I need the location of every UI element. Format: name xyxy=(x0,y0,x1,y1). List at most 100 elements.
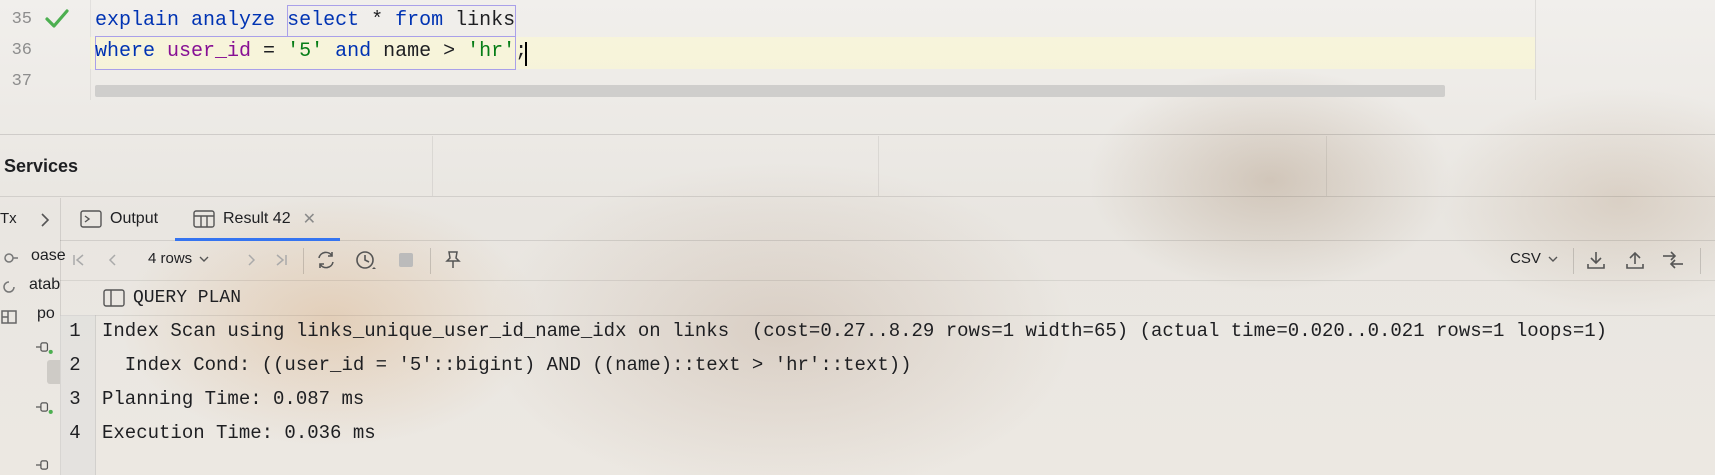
code-token: select xyxy=(287,9,360,32)
export-format-label: CSV xyxy=(1510,250,1541,267)
reload-icon xyxy=(318,251,334,269)
horizontal-scrollbar[interactable] xyxy=(95,85,1445,97)
line-number: 35 xyxy=(11,10,32,29)
table-cell[interactable]: Execution Time: 0.036 ms xyxy=(102,422,376,444)
chevron-down-icon xyxy=(199,256,209,262)
toolbar-separator xyxy=(430,248,431,274)
stop-button[interactable] xyxy=(393,248,419,272)
close-icon[interactable]: ✕ xyxy=(303,209,316,229)
table-row[interactable]: 4 Execution Time: 0.036 ms xyxy=(60,417,1715,451)
compare-button[interactable] xyxy=(1660,248,1686,272)
last-page-icon xyxy=(276,254,287,266)
layout-icon[interactable] xyxy=(0,308,18,326)
services-title: Services xyxy=(4,156,79,176)
text-caret xyxy=(525,42,527,66)
table-cell[interactable]: Index Cond: ((user_id = '5'::bigint) AND… xyxy=(102,354,912,376)
code-token: '5' xyxy=(287,40,324,63)
header-divider xyxy=(878,136,879,196)
reload-button[interactable] xyxy=(313,248,339,272)
services-tree: Tx oase atab po xyxy=(0,198,66,475)
code-line-35[interactable]: explain analyze select * from links xyxy=(95,9,515,32)
first-page-icon xyxy=(73,254,84,266)
results-toolbar: 4 rows CSV xyxy=(60,240,1715,281)
grid-header: QUERY PLAN xyxy=(60,281,1715,316)
row-number: 1 xyxy=(69,320,81,342)
upload-icon xyxy=(1626,251,1644,269)
download-icon xyxy=(1587,252,1605,269)
first-page-button[interactable] xyxy=(66,248,92,272)
right-margin-guide xyxy=(1535,0,1536,100)
results-grid[interactable]: QUERY PLAN 1 Index Scan using links_uniqu… xyxy=(60,281,1715,475)
upload-button[interactable] xyxy=(1622,248,1648,272)
code-token: user_id xyxy=(167,40,252,63)
code-token: name > xyxy=(371,40,468,63)
compare-arrows-icon xyxy=(1663,251,1683,269)
code-token: links xyxy=(443,9,516,32)
results-tabs: Output Result 42 ✕ xyxy=(60,198,1715,241)
tree-item-datab[interactable]: atab xyxy=(29,276,60,294)
previous-page-button[interactable] xyxy=(100,248,126,272)
export-format-dropdown[interactable]: CSV xyxy=(1510,250,1559,267)
tab-result[interactable]: Result 42 ✕ xyxy=(193,198,316,240)
last-page-button[interactable] xyxy=(268,248,294,272)
code-token: and xyxy=(335,40,372,63)
table-cell[interactable]: Index Scan using links_unique_user_id_na… xyxy=(102,320,1607,342)
code-line-36[interactable]: where user_id = '5' and name > 'hr'; xyxy=(95,40,527,63)
transaction-mode-icon[interactable]: Tx xyxy=(0,210,17,227)
connection-node-icon xyxy=(4,253,18,263)
chevron-down-icon xyxy=(1548,256,1558,262)
code-token: 'hr' xyxy=(467,40,516,63)
toolbar-separator xyxy=(1573,248,1574,274)
history-button[interactable] xyxy=(353,248,379,272)
line-number: 37 xyxy=(11,72,32,91)
page-size-dropdown[interactable]: 4 rows xyxy=(148,250,210,267)
table-cell[interactable]: Planning Time: 0.087 ms xyxy=(102,388,364,410)
table-row[interactable]: 1 Index Scan using links_unique_user_id_n… xyxy=(60,315,1715,349)
tab-output-label: Output xyxy=(110,210,159,227)
tree-item-po[interactable]: po xyxy=(37,305,55,323)
stop-icon xyxy=(399,253,413,267)
services-header-border xyxy=(0,196,1715,197)
clock-icon xyxy=(356,251,376,269)
chevron-right-icon[interactable] xyxy=(36,211,54,229)
code-token: * xyxy=(359,9,396,32)
row-number: 2 xyxy=(69,354,81,376)
row-number: 4 xyxy=(69,422,81,444)
next-page-button[interactable] xyxy=(238,248,264,272)
code-token: from xyxy=(395,9,444,32)
line-number: 36 xyxy=(11,41,32,60)
checkmark-icon xyxy=(45,9,69,28)
panel-splitter[interactable] xyxy=(0,134,1715,135)
code-token: = xyxy=(251,40,288,63)
rows-count: 4 rows xyxy=(148,250,193,267)
header-divider xyxy=(432,136,433,196)
console-icon xyxy=(80,210,102,228)
refresh-node-icon xyxy=(3,281,15,293)
tab-result-label: Result 42 xyxy=(223,210,291,227)
tab-output[interactable]: Output xyxy=(80,198,158,240)
pin-icon xyxy=(445,251,461,268)
code-token: where xyxy=(95,40,156,63)
column-icon xyxy=(103,289,125,307)
editor-gutter: 35 36 37 xyxy=(0,0,91,100)
column-header-query-plan[interactable]: QUERY PLAN xyxy=(133,288,241,308)
table-row[interactable]: 2 Index Cond: ((user_id = '5'::bigint) A… xyxy=(60,349,1715,383)
toolbar-separator xyxy=(303,248,304,274)
chevron-right-icon xyxy=(248,254,256,266)
table-row[interactable]: 3 Planning Time: 0.087 ms xyxy=(60,383,1715,417)
sql-editor[interactable]: 35 36 37 explain analyze select * from l… xyxy=(0,0,1715,100)
code-token: analyze xyxy=(191,9,276,32)
download-button[interactable] xyxy=(1583,248,1609,272)
table-icon xyxy=(193,210,215,228)
toolbar-separator xyxy=(1700,248,1701,274)
plug-icon xyxy=(36,342,53,354)
plug-icon xyxy=(36,460,49,470)
header-divider xyxy=(1326,136,1327,196)
row-number: 3 xyxy=(69,388,81,410)
code-token: explain xyxy=(95,9,180,32)
pin-tab-button[interactable] xyxy=(440,248,466,272)
chevron-left-icon xyxy=(108,254,116,266)
